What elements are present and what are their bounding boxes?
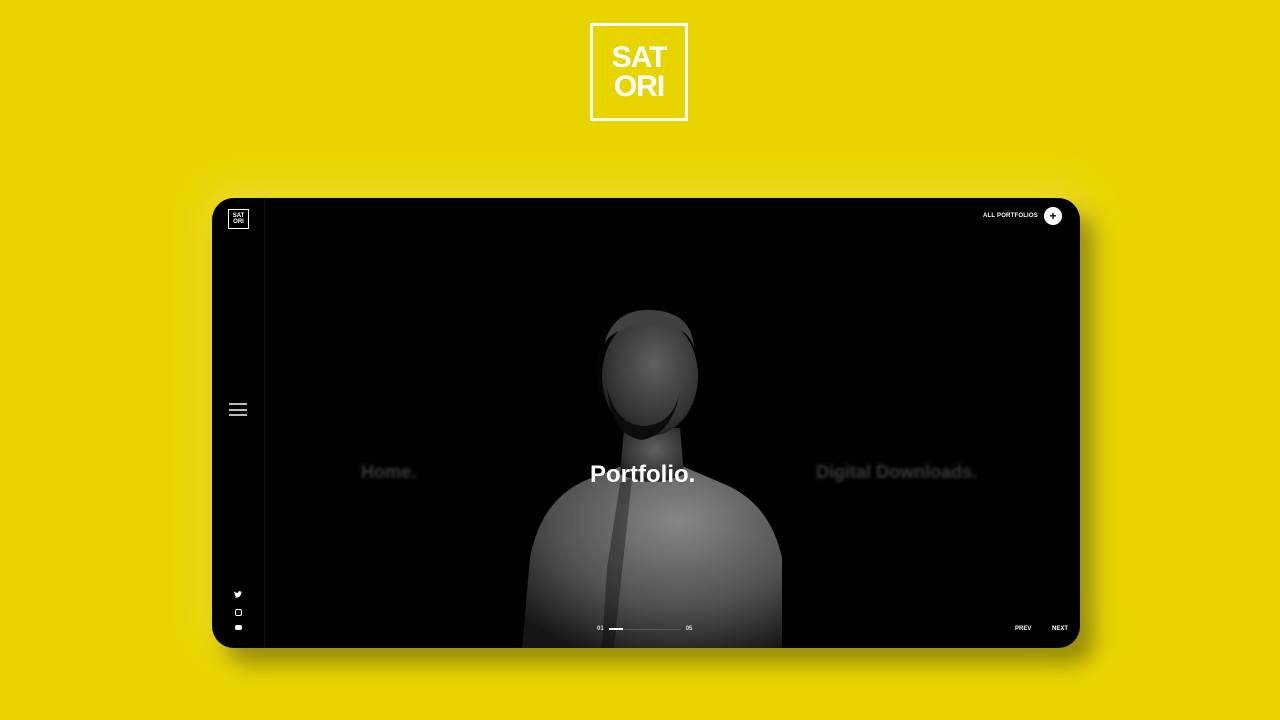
slide-title-digital-downloads[interactable]: Digital Downloads. <box>816 462 977 483</box>
prev-button[interactable]: PREV <box>1015 626 1031 632</box>
website-preview-window: SAT ORI ALL PORTFOLIOS + Home. Portfolio… <box>212 198 1080 648</box>
twitter-icon[interactable] <box>233 591 243 601</box>
slide-title-portfolio[interactable]: Portfolio. <box>590 461 695 489</box>
site-logo[interactable]: SAT ORI <box>228 209 249 229</box>
hamburger-menu-icon[interactable] <box>229 403 247 416</box>
site-logo-line-2: ORI <box>233 219 244 225</box>
next-button[interactable]: NEXT <box>1052 626 1068 632</box>
pager-progress-fill <box>608 628 624 630</box>
youtube-icon[interactable] <box>233 623 243 633</box>
pager-total: 05 <box>685 626 693 632</box>
pager-current: 01 <box>597 626 604 632</box>
all-portfolios-button[interactable]: ALL PORTFOLIOS + <box>983 207 1062 225</box>
slide-pager: 01 05 <box>597 626 692 632</box>
satori-logo: SAT ORI <box>590 23 688 121</box>
all-portfolios-label: ALL PORTFOLIOS <box>982 213 1038 219</box>
plus-icon[interactable]: + <box>1044 207 1062 225</box>
pager-progress-track <box>608 628 681 630</box>
logo-line-2: ORI <box>613 70 665 103</box>
logo-line-1: SAT <box>611 41 668 74</box>
slide-title-home[interactable]: Home. <box>361 462 416 483</box>
instagram-icon[interactable] <box>233 607 243 617</box>
left-sidebar: SAT ORI <box>212 198 265 648</box>
